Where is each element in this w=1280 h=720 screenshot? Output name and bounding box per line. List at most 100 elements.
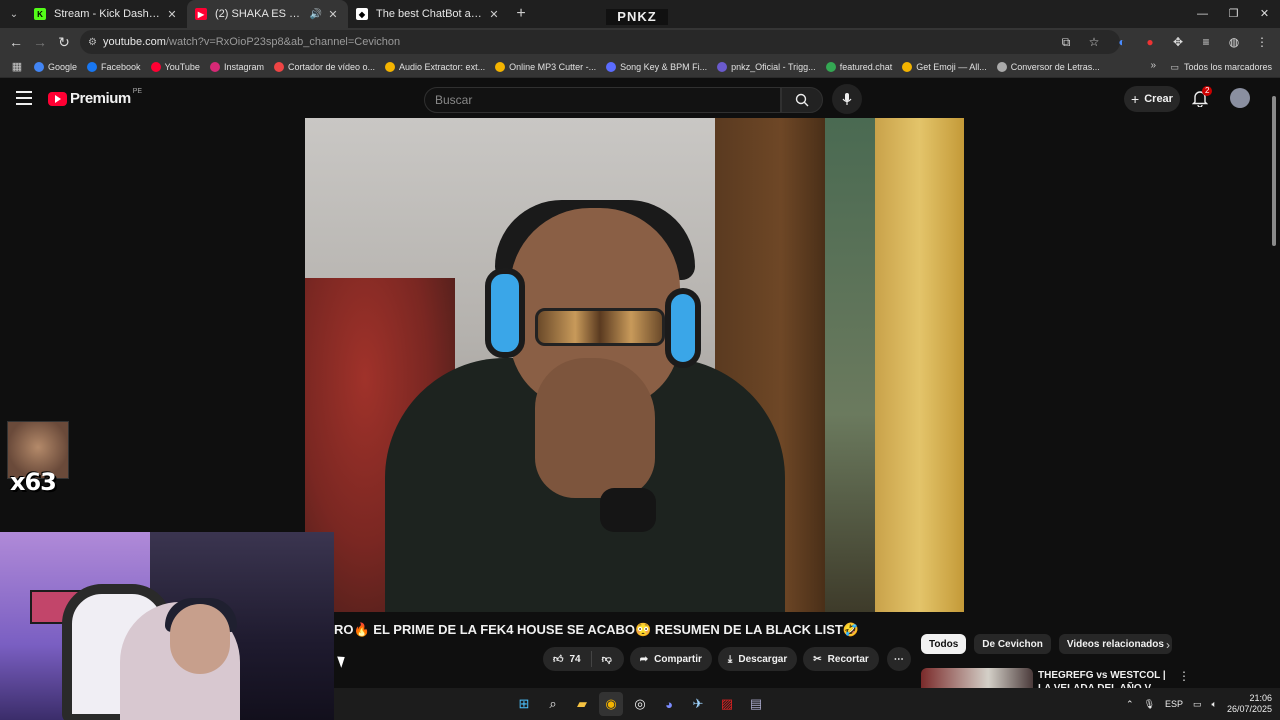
- close-tab-icon[interactable]: ✕: [165, 8, 179, 21]
- profile-icon[interactable]: ◍: [1220, 35, 1248, 49]
- bookmark-item[interactable]: featured.chat: [825, 61, 893, 72]
- share-button[interactable]: ➦ Compartir: [629, 647, 712, 671]
- bookmark-label: Cortador de vídeo o...: [287, 61, 376, 72]
- bookmark-item[interactable]: Song Key & BPM Fi...: [606, 61, 707, 72]
- dislike-button[interactable]: 👎︎: [592, 653, 624, 665]
- speaker-icon[interactable]: 🔊: [310, 9, 322, 20]
- window-controls: — ❐ ✕: [1187, 0, 1280, 28]
- more-actions-button[interactable]: ⋯: [886, 647, 911, 671]
- bookmark-item[interactable]: Conversor de Letras...: [996, 61, 1100, 72]
- taskbar-apps: ⊞ ⌕ ▰ ◉ ◎ ◕ ✈ ▨ ▤: [512, 692, 768, 716]
- recommendation-menu-icon[interactable]: ⋮: [1178, 669, 1190, 683]
- menu-dots-icon[interactable]: ⋮: [1248, 35, 1276, 49]
- mouse-cursor: [337, 654, 348, 668]
- calculator-icon[interactable]: ▤: [744, 692, 768, 716]
- facebook-icon: [87, 61, 98, 72]
- network-icon[interactable]: ▭: [1193, 699, 1202, 710]
- bookmark-label: Online MP3 Cutter -...: [509, 61, 597, 72]
- bookmark-item[interactable]: Get Emoji — All...: [902, 61, 987, 72]
- download-label: Descargar: [738, 653, 788, 665]
- clock[interactable]: 21:06 26/07/2025: [1227, 693, 1272, 715]
- language-indicator[interactable]: ESP: [1165, 699, 1183, 709]
- windows-start-icon[interactable]: ⊞: [512, 692, 536, 716]
- bookmark-item[interactable]: Audio Extractor: ext...: [385, 61, 485, 72]
- chevron-right-icon[interactable]: ›: [1166, 638, 1170, 652]
- more-bookmarks-icon[interactable]: »: [1150, 60, 1156, 71]
- chip-todos[interactable]: Todos: [921, 634, 967, 654]
- chip-videos-relacionados[interactable]: Videos relacionados: [1058, 634, 1172, 654]
- volume-icon[interactable]: 🔈︎: [1212, 699, 1217, 710]
- clip-button[interactable]: ✂ Recortar: [803, 647, 879, 671]
- minimize-icon[interactable]: —: [1187, 0, 1218, 28]
- app-red-icon[interactable]: ▨: [715, 692, 739, 716]
- bookmark-label: Conversor de Letras...: [1010, 61, 1100, 72]
- tab-youtube-video[interactable]: ▶ (2) SHAKA ES BANEADO DE 🔊 ✕: [187, 0, 348, 28]
- toolbar-actions: ⧉ ☆ ◐ ● ✥ ≡ ◍ ⋮: [1052, 28, 1276, 56]
- close-tab-icon[interactable]: ✕: [487, 8, 501, 21]
- bookmark-item[interactable]: pnkz_Oficial - Trigg...: [717, 61, 816, 72]
- download-button[interactable]: ⤓ Descargar: [717, 647, 798, 671]
- microphone-tray-icon[interactable]: 🎙︎: [1144, 699, 1155, 710]
- extensions-puzzle-icon[interactable]: ✥: [1164, 35, 1192, 49]
- notifications-button[interactable]: 2: [1191, 86, 1213, 109]
- bookmark-item[interactable]: Cortador de vídeo o...: [273, 61, 376, 72]
- instagram-icon: [209, 61, 220, 72]
- forward-icon[interactable]: →: [28, 34, 52, 50]
- discord-icon[interactable]: ◕: [657, 692, 681, 716]
- close-tab-icon[interactable]: ✕: [326, 8, 340, 21]
- recommendation-title[interactable]: THEGREFG vs WESTCOL | LA VELADA DEL AÑO …: [1038, 669, 1168, 688]
- like-button[interactable]: 👍︎ 74: [543, 651, 592, 667]
- bookmark-item[interactable]: YouTube: [150, 61, 200, 72]
- bookmark-label: Facebook: [101, 61, 141, 72]
- address-bar[interactable]: ⚙ youtube.com/watch?v=RxOioP23sp8&ab_cha…: [80, 30, 1120, 54]
- text-icon: [996, 61, 1007, 72]
- video-actions: 👍︎ 74 👎︎ ➦ Compartir ⤓ Descargar ✂ Recor…: [543, 647, 911, 671]
- bookmark-item[interactable]: Online MP3 Cutter -...: [495, 61, 597, 72]
- extension-icon[interactable]: ◐: [1108, 35, 1136, 49]
- reading-list-icon[interactable]: ≡: [1192, 35, 1220, 49]
- close-window-icon[interactable]: ✕: [1249, 0, 1280, 28]
- tab-title: (2) SHAKA ES BANEADO DE: [215, 8, 306, 20]
- chip-de-cevichon[interactable]: De Cevichon: [974, 634, 1051, 654]
- all-bookmarks-folder[interactable]: ▭ Todos los marcadores: [1170, 56, 1272, 78]
- tray-expand-icon[interactable]: ⌃: [1126, 699, 1134, 710]
- bookmark-label: featured.chat: [839, 61, 893, 72]
- related-chips: Todos De Cevichon Videos relacionados: [921, 634, 1172, 654]
- youtube-premium-logo[interactable]: Premium PE: [48, 88, 142, 107]
- bookmark-item[interactable]: Instagram: [209, 61, 264, 72]
- extension-red-icon[interactable]: ●: [1136, 35, 1164, 49]
- search-input[interactable]: Buscar: [424, 87, 781, 113]
- steam-icon[interactable]: ✈: [686, 692, 710, 716]
- scrollbar[interactable]: [1272, 96, 1276, 246]
- tab-search-icon[interactable]: ⌄: [2, 4, 26, 24]
- avatar[interactable]: [1230, 88, 1250, 108]
- restore-icon[interactable]: ❐: [1218, 0, 1249, 28]
- recommendation-thumbnail[interactable]: [921, 668, 1033, 688]
- voice-search-button[interactable]: [832, 84, 862, 114]
- back-icon[interactable]: ←: [4, 34, 28, 50]
- download-icon: ⤓: [727, 653, 733, 665]
- all-bookmarks-label: Todos los marcadores: [1183, 62, 1272, 72]
- create-button[interactable]: + Crear: [1124, 86, 1180, 112]
- like-dislike-group: 👍︎ 74 👎︎: [543, 647, 624, 671]
- hamburger-menu-icon[interactable]: [16, 91, 32, 105]
- site-info-icon[interactable]: ⚙: [88, 37, 97, 48]
- bookmark-item[interactable]: Google: [34, 61, 77, 72]
- apps-grid-icon[interactable]: ▦: [0, 60, 34, 73]
- tab-kick-dashboard[interactable]: K Stream - Kick Dashboard ✕: [26, 0, 187, 28]
- bookmark-star-icon[interactable]: ☆: [1080, 35, 1108, 49]
- taskbar-search-icon[interactable]: ⌕: [541, 692, 565, 716]
- new-tab-button[interactable]: +: [509, 5, 533, 23]
- streamelements-icon: ◆: [356, 8, 368, 20]
- search-placeholder: Buscar: [435, 93, 473, 107]
- chrome-icon[interactable]: ◉: [599, 692, 623, 716]
- tab-chatbot[interactable]: ◆ The best ChatBot and Widgets ✕: [348, 0, 509, 28]
- clip-label: Recortar: [827, 653, 869, 665]
- video-player[interactable]: [305, 118, 964, 612]
- cast-icon[interactable]: ⧉: [1052, 35, 1080, 50]
- file-explorer-icon[interactable]: ▰: [570, 692, 594, 716]
- reload-icon[interactable]: ↻: [52, 34, 76, 51]
- bookmark-item[interactable]: Facebook: [87, 61, 141, 72]
- search-button[interactable]: [781, 87, 823, 113]
- obs-icon[interactable]: ◎: [628, 692, 652, 716]
